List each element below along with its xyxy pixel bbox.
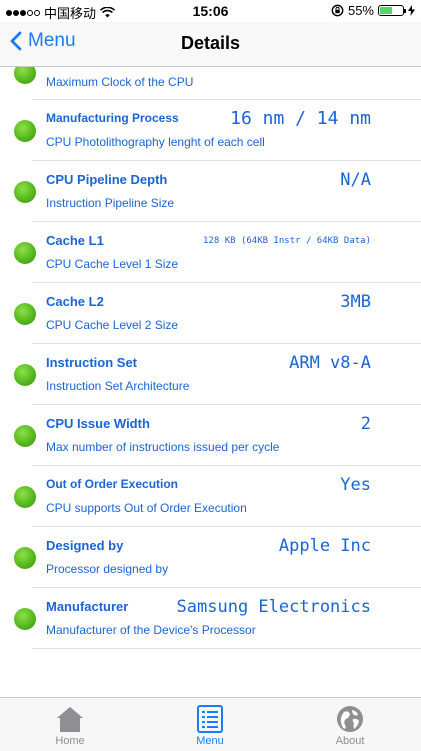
row-subtitle: Instruction Set Architecture: [46, 379, 190, 393]
row-title: Manufacturer: [46, 599, 129, 614]
row-subtitle: CPU supports Out of Order Execution: [46, 501, 247, 515]
row-subtitle: CPU Photolithography lenght of each cell: [46, 135, 265, 149]
charging-bolt-icon: [408, 5, 415, 16]
status-bar: 中国移动 15:06 55%: [0, 0, 421, 22]
row-subtitle: Max number of instructions issued per cy…: [46, 440, 280, 454]
row-value: Samsung Electronics: [176, 597, 371, 617]
status-bullet-icon: [14, 181, 36, 203]
row-subtitle: CPU Cache Level 2 Size: [46, 318, 179, 332]
row-value: Yes: [340, 475, 371, 495]
row-subtitle: Processor designed by: [46, 562, 169, 576]
list-item-cache-l2[interactable]: Cache L2 CPU Cache Level 2 Size 3MB: [0, 284, 421, 344]
page-title: Details: [180, 33, 241, 53]
home-icon: [57, 707, 83, 732]
menu-list-icon: [197, 705, 223, 733]
battery-percent: 55%: [347, 3, 374, 18]
row-divider: [32, 526, 421, 527]
list-item-designed-by[interactable]: Designed by Processor designed by Apple …: [0, 528, 421, 588]
row-value: 128 KB (64KB Instr / 64KB Data): [203, 236, 371, 246]
list-item-issue-width[interactable]: CPU Issue Width Max number of instructio…: [0, 406, 421, 466]
status-bullet-icon: [14, 486, 36, 508]
list-item-manufacturing-process[interactable]: Manufacturing Process CPU Photolithograp…: [0, 101, 421, 161]
row-title: Designed by: [46, 538, 124, 553]
list-item-max-clock[interactable]: Maximum Clock of the CPU: [0, 67, 421, 97]
row-subtitle: Manufacturer of the Device's Processor: [46, 623, 256, 637]
row-title: Cache L1: [46, 233, 104, 248]
tab-menu[interactable]: Menu: [160, 698, 260, 751]
about-icon: [337, 706, 363, 732]
row-divider: [32, 465, 421, 466]
status-bullet-icon: [14, 120, 36, 142]
row-divider: [32, 343, 421, 344]
status-bullet-icon: [14, 67, 36, 84]
row-subtitle: Maximum Clock of the CPU: [46, 75, 194, 89]
status-bullet-icon: [14, 608, 36, 630]
tab-home-label: Home: [55, 735, 85, 747]
list-item-pipeline-depth[interactable]: CPU Pipeline Depth Instruction Pipeline …: [0, 162, 421, 222]
row-title: Out of Order Execution: [46, 477, 179, 491]
row-title: Cache L2: [46, 294, 104, 309]
row-divider: [32, 404, 421, 405]
row-value: N/A: [340, 170, 371, 190]
list-item-cache-l1[interactable]: Cache L1 CPU Cache Level 1 Size 128 KB (…: [0, 223, 421, 283]
tab-about-label: About: [335, 735, 365, 747]
status-bullet-icon: [14, 425, 36, 447]
row-divider: [32, 99, 421, 100]
details-list: Maximum Clock of the CPU Manufacturing P…: [0, 67, 421, 697]
tab-home[interactable]: Home: [20, 698, 120, 751]
row-subtitle: CPU Cache Level 1 Size: [46, 257, 179, 271]
row-divider: [32, 282, 421, 283]
status-bullet-icon: [14, 364, 36, 386]
row-value: ARM v8-A: [289, 353, 371, 373]
row-value: 16 nm / 14 nm: [230, 108, 371, 129]
status-bullet-icon: [14, 547, 36, 569]
row-value: 3MB: [340, 292, 371, 312]
row-divider: [32, 587, 421, 588]
row-divider: [32, 160, 421, 161]
row-title: Manufacturing Process: [46, 111, 179, 125]
status-bullet-icon: [14, 303, 36, 325]
row-value: 2: [360, 414, 371, 434]
rotation-lock-icon: [331, 4, 344, 17]
list-item-out-of-order[interactable]: Out of Order Execution CPU supports Out …: [0, 467, 421, 527]
row-title: Instruction Set: [46, 355, 138, 370]
row-divider: [32, 221, 421, 222]
row-value: Apple Inc: [278, 536, 371, 556]
list-item-instruction-set[interactable]: Instruction Set Instruction Set Architec…: [0, 345, 421, 405]
status-bullet-icon: [14, 242, 36, 264]
row-title: CPU Pipeline Depth: [46, 172, 168, 187]
navigation-bar: Menu Details: [0, 22, 421, 67]
tab-menu-label: Menu: [196, 735, 224, 747]
row-title: CPU Issue Width: [46, 416, 150, 431]
battery-icon: [378, 5, 406, 16]
status-right: 55%: [331, 3, 415, 18]
list-item-manufacturer[interactable]: Manufacturer Manufacturer of the Device'…: [0, 589, 421, 649]
row-subtitle: Instruction Pipeline Size: [46, 196, 175, 210]
tab-bar: Home Menu About: [0, 697, 421, 751]
row-divider: [32, 648, 421, 649]
tab-about[interactable]: About: [300, 698, 400, 751]
